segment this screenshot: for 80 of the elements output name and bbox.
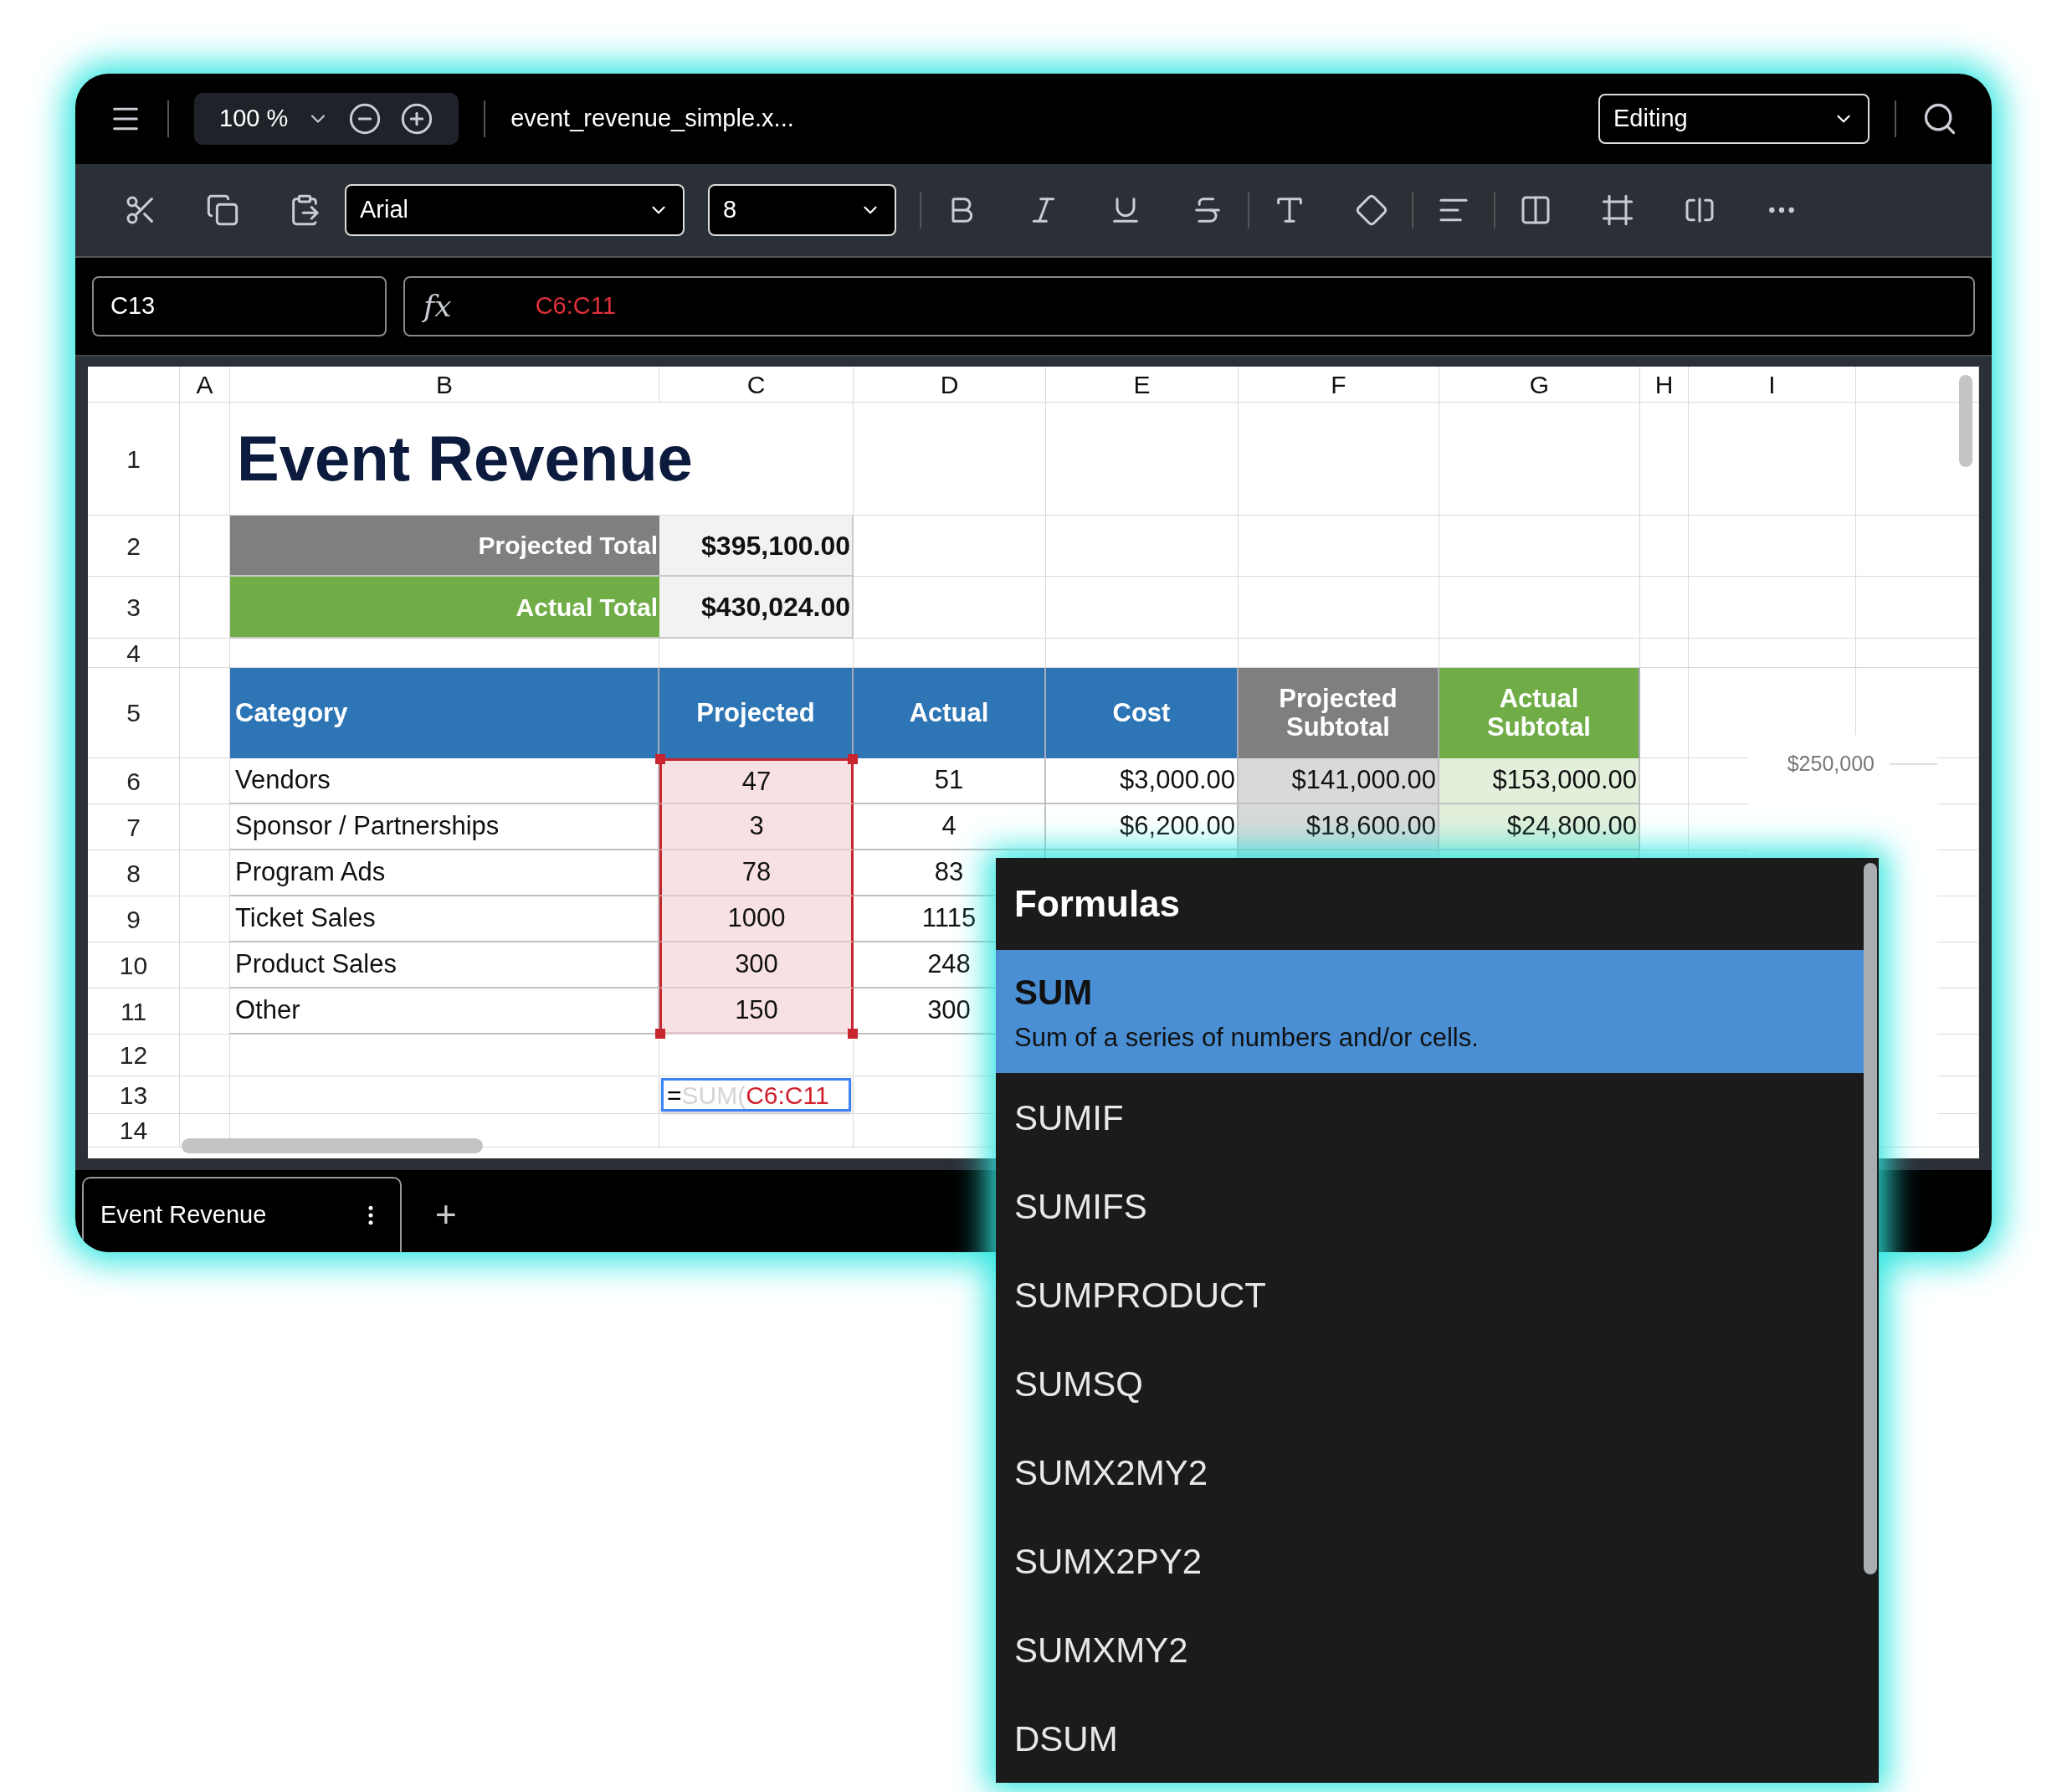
table-cell: Product Sales xyxy=(230,942,659,988)
row-number: 2 xyxy=(126,531,141,562)
font-size-select[interactable]: 8 xyxy=(708,184,896,236)
table-cell: $153,000.00 xyxy=(1439,758,1640,804)
selection-handle[interactable] xyxy=(655,1029,665,1039)
table-cell: 51 xyxy=(854,758,1046,804)
selection-handle[interactable] xyxy=(848,1029,858,1039)
selection-handle[interactable] xyxy=(848,754,858,764)
formula-input[interactable]: fx C6:C11 xyxy=(403,276,1975,336)
formula-option[interactable]: SUMSQ xyxy=(996,1339,1864,1428)
column-header[interactable]: I xyxy=(1768,367,1776,403)
column-header[interactable]: A xyxy=(196,367,213,403)
name-box[interactable]: C13 xyxy=(92,276,387,336)
table-header: Cost xyxy=(1046,668,1239,758)
column-header[interactable]: E xyxy=(1133,367,1151,403)
mode-select[interactable]: Editing xyxy=(1598,94,1870,144)
column-header[interactable]: F xyxy=(1331,367,1346,403)
table-cell: 78 xyxy=(659,850,854,896)
row-number: 6 xyxy=(126,766,141,797)
table-header: Category xyxy=(230,668,659,758)
table-cell: 4 xyxy=(854,804,1046,850)
row-number: 14 xyxy=(119,1116,148,1146)
formula-option[interactable]: SUM Sum of a series of numbers and/or cells. xyxy=(996,950,1864,1073)
total-value: $395,100.00 xyxy=(659,516,854,577)
row-number: 4 xyxy=(126,638,141,669)
sheet-title: Event Revenue xyxy=(237,422,693,495)
zoom-in-icon[interactable] xyxy=(400,102,434,136)
horizontal-scrollbar-thumb[interactable] xyxy=(182,1138,483,1153)
column-header[interactable]: H xyxy=(1654,367,1674,403)
table-cell: $141,000.00 xyxy=(1239,758,1439,804)
formula-option[interactable]: SUMX2MY2 xyxy=(996,1428,1864,1517)
table-header: Actual Subtotal xyxy=(1439,668,1640,758)
sheet-tab[interactable]: Event Revenue xyxy=(82,1177,402,1252)
zoom-out-icon[interactable] xyxy=(348,102,382,136)
row-number: 5 xyxy=(126,698,141,728)
formula-option[interactable]: SUMPRODUCT xyxy=(996,1250,1864,1339)
row-number: 9 xyxy=(126,904,141,935)
file-name: event_revenue_simple.x... xyxy=(510,104,794,134)
table-cell: 300 xyxy=(659,942,854,988)
row-number: 10 xyxy=(119,950,148,981)
table-cell: Program Ads xyxy=(230,850,659,896)
formula-option[interactable]: SUMIFS xyxy=(996,1162,1864,1250)
row-number: 1 xyxy=(126,444,141,475)
zoom-level[interactable]: 100 % xyxy=(219,100,289,137)
row-number: 8 xyxy=(126,858,141,889)
table-cell: 3 xyxy=(659,804,854,850)
column-header[interactable]: D xyxy=(940,367,959,403)
table-header: Projected Subtotal xyxy=(1239,668,1439,758)
vertical-scrollbar-thumb[interactable] xyxy=(1959,375,1972,467)
selection-handle[interactable] xyxy=(655,754,665,764)
table-cell: $18,600.00 xyxy=(1239,804,1439,850)
copy-icon[interactable] xyxy=(206,193,239,227)
total-label: Actual Total xyxy=(230,577,659,639)
row-number: 3 xyxy=(126,593,141,623)
column-header[interactable]: B xyxy=(436,367,453,403)
row-number: 12 xyxy=(119,1040,148,1071)
table-header: Actual xyxy=(854,668,1046,758)
formula-option[interactable]: SUMXMY2 xyxy=(996,1605,1864,1694)
dropdown-scrollbar-thumb[interactable] xyxy=(1864,863,1877,1574)
table-cell: $24,800.00 xyxy=(1439,804,1640,850)
formula-option[interactable]: SUMX2PY2 xyxy=(996,1517,1864,1605)
total-value: $430,024.00 xyxy=(659,577,854,639)
table-cell: Sponsor / Partnerships xyxy=(230,804,659,850)
formula-option[interactable]: SUMIF xyxy=(996,1073,1864,1162)
add-sheet-button[interactable]: + xyxy=(435,1177,457,1252)
row-number: 13 xyxy=(119,1080,148,1111)
row-number: 11 xyxy=(120,996,147,1027)
table-header: Projected xyxy=(659,668,854,758)
font-select[interactable]: Arial xyxy=(345,184,685,236)
total-label: Projected Total xyxy=(230,516,659,577)
table-cell: 1000 xyxy=(659,896,854,942)
table-cell: Ticket Sales xyxy=(230,896,659,942)
column-header[interactable]: C xyxy=(746,367,766,403)
row-number: 7 xyxy=(126,812,141,843)
column-header[interactable]: G xyxy=(1529,367,1550,403)
formula-option[interactable]: DSUM xyxy=(996,1694,1864,1783)
axis-label: $250,000 xyxy=(1786,751,1875,777)
empty-cell xyxy=(1640,639,1689,668)
diamond-icon[interactable] xyxy=(1355,193,1388,227)
formula-text: C6:C11 xyxy=(535,291,616,321)
